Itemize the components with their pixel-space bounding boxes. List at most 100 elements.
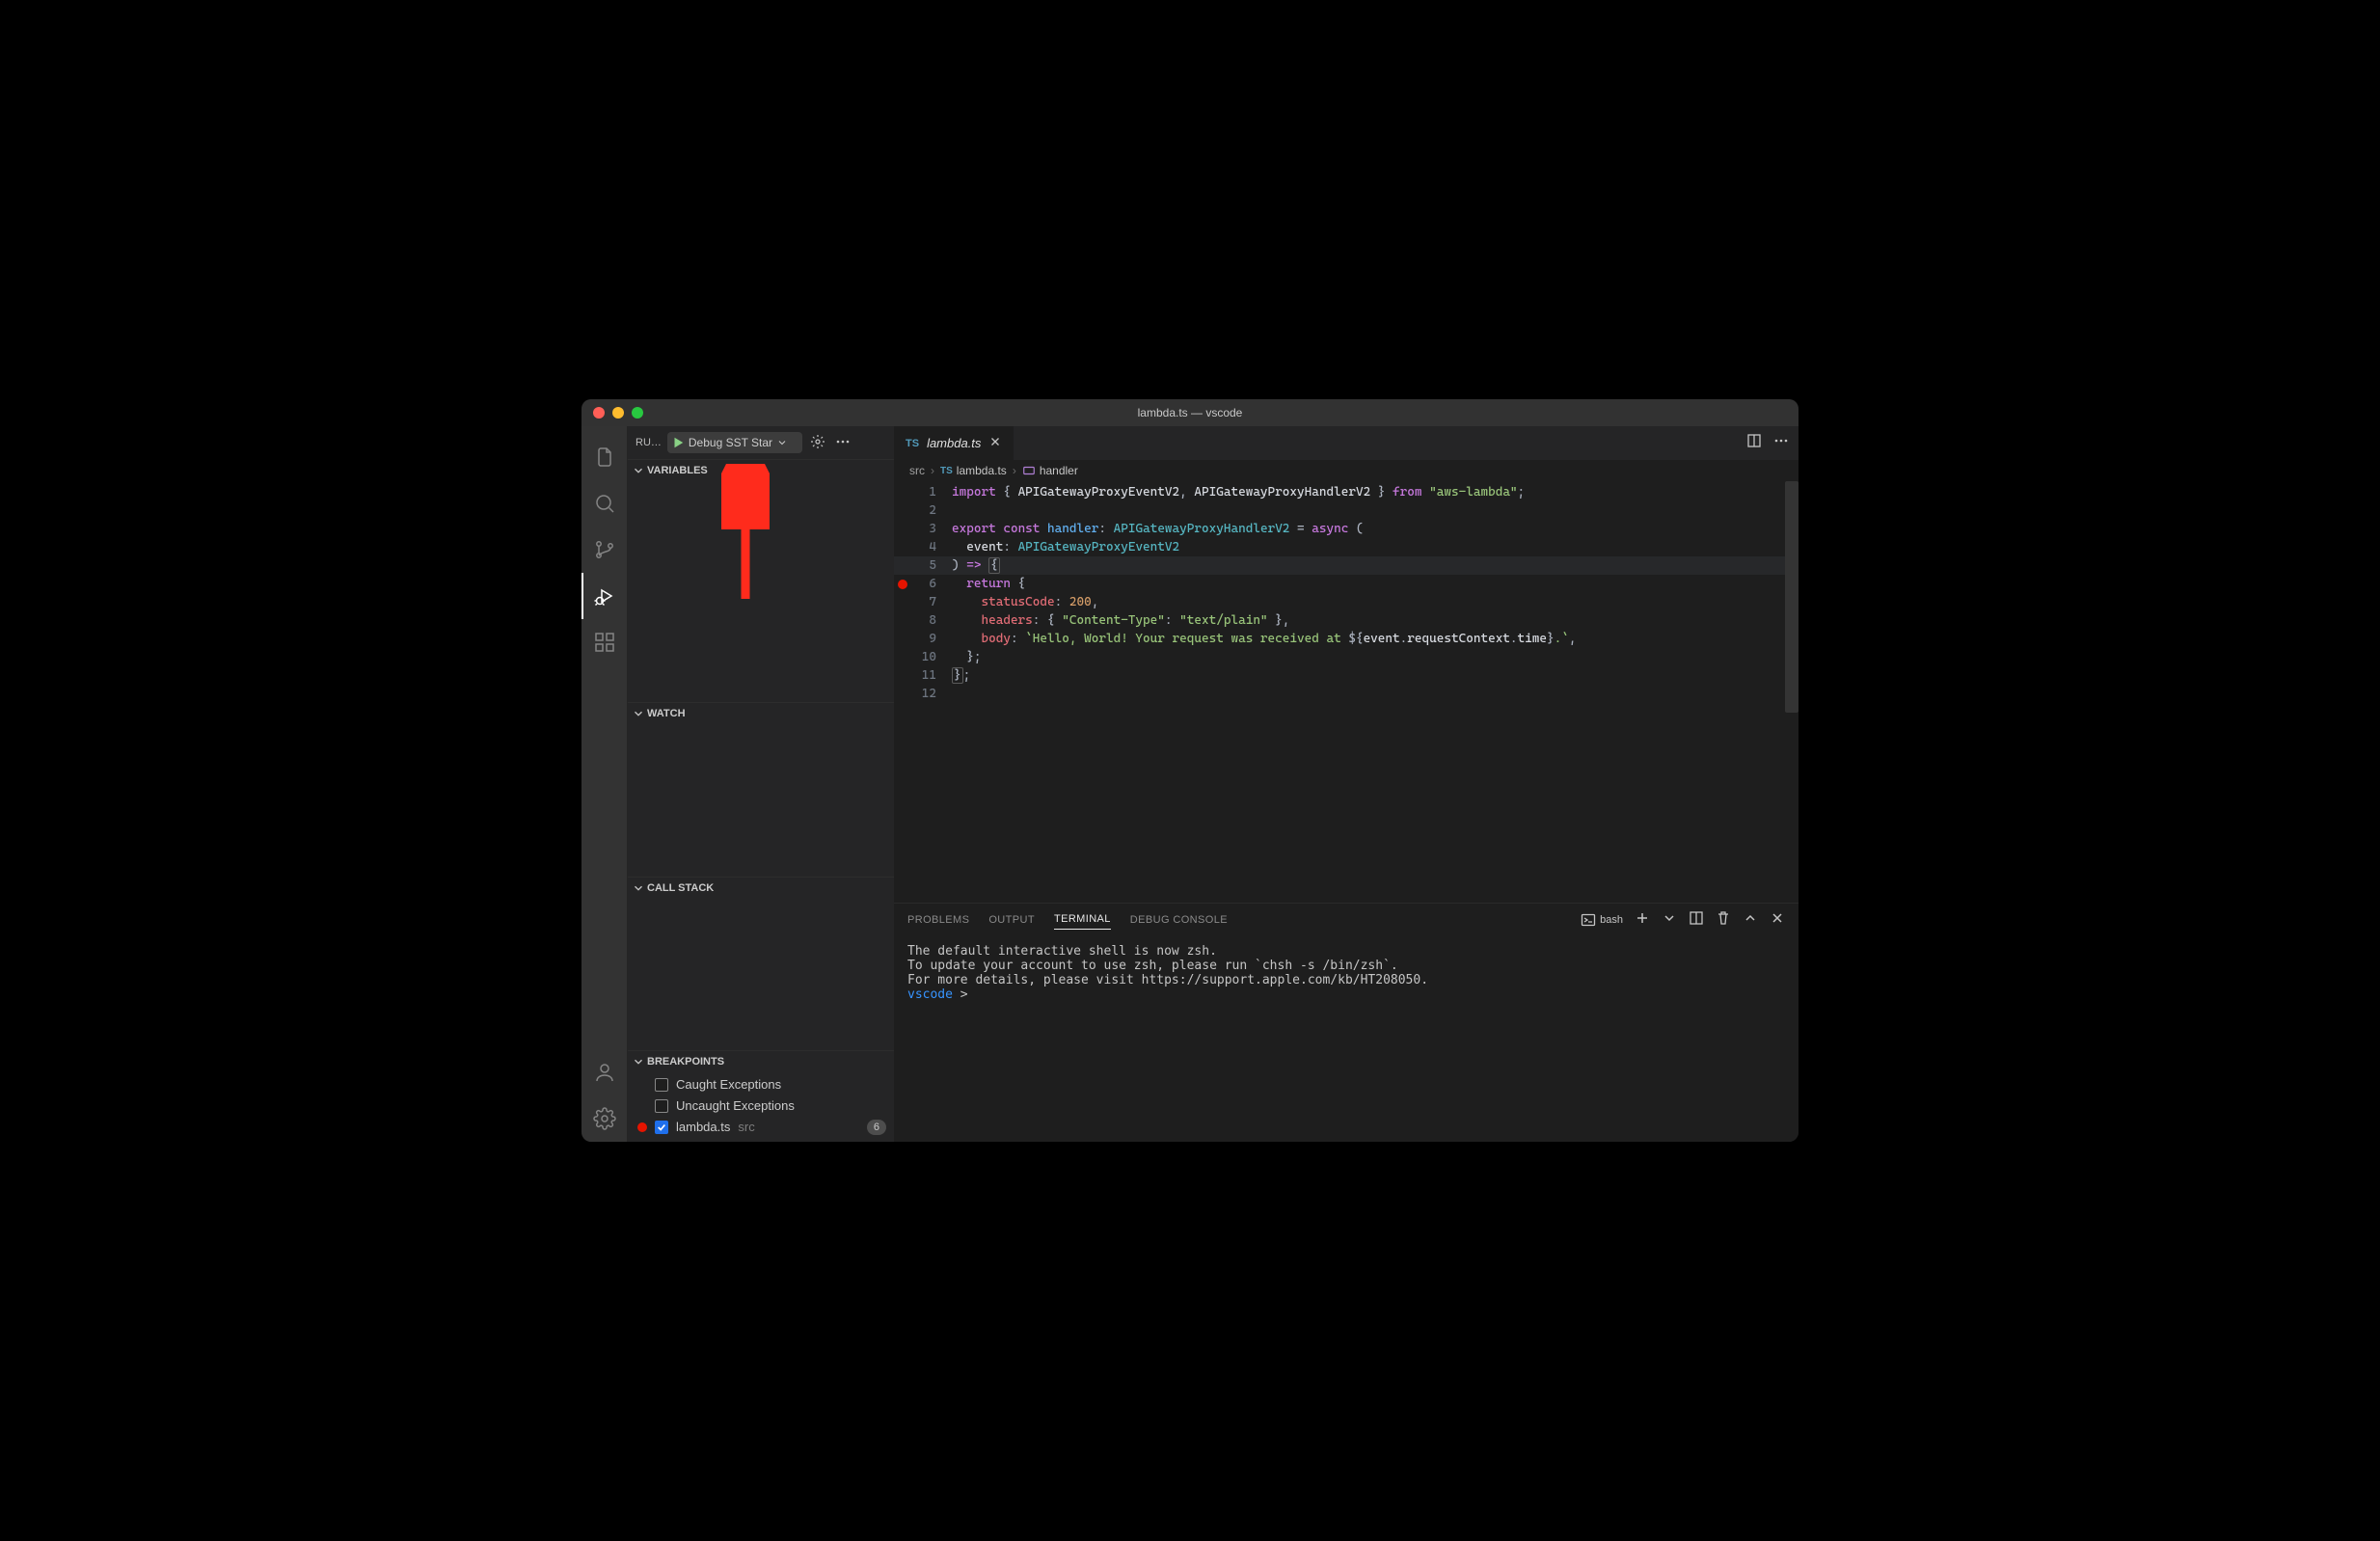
- minimap[interactable]: [1785, 481, 1799, 903]
- chevron-down-icon: [632, 881, 645, 895]
- watch-label: WATCH: [647, 708, 686, 719]
- code-line[interactable]: 1import { APIGatewayProxyEventV2, APIGat…: [894, 483, 1799, 501]
- open-launch-json-button[interactable]: [808, 432, 827, 454]
- chevron-up-icon: [1743, 910, 1758, 926]
- variables-body: [628, 481, 894, 702]
- plus-icon: [1635, 910, 1650, 926]
- code-line[interactable]: 12: [894, 685, 1799, 703]
- panel-tab-debugconsole[interactable]: DEBUG CONSOLE: [1130, 910, 1228, 930]
- panel-tab-terminal[interactable]: TERMINAL: [1054, 909, 1111, 930]
- breadcrumbs[interactable]: src › TS lambda.ts › handler: [894, 460, 1799, 481]
- maximize-panel-button[interactable]: [1743, 910, 1758, 929]
- activity-extensions[interactable]: [581, 619, 628, 665]
- bp-uncaught-exceptions[interactable]: Uncaught Exceptions: [655, 1095, 886, 1117]
- panel-tab-problems[interactable]: PROBLEMS: [907, 910, 969, 930]
- activity-search[interactable]: [581, 480, 628, 527]
- editor-more-button[interactable]: [1773, 433, 1789, 453]
- bc-symbol[interactable]: handler: [1022, 464, 1078, 477]
- bc-file[interactable]: TS lambda.ts: [940, 464, 1007, 477]
- line-number: 2: [913, 503, 952, 518]
- traffic-lights: [581, 407, 643, 419]
- checkbox[interactable]: [655, 1121, 668, 1134]
- line-number: 8: [913, 613, 952, 628]
- breakpoint-dot-icon: [637, 1122, 647, 1132]
- code-line[interactable]: 11};: [894, 666, 1799, 685]
- ellipsis-icon: [835, 434, 851, 449]
- chevron-down-icon: [632, 707, 645, 720]
- bp-line-badge: 6: [867, 1120, 886, 1135]
- titlebar[interactable]: lambda.ts — vscode: [581, 399, 1799, 426]
- code-line[interactable]: 8 headers: { "Content-Type": "text/plain…: [894, 611, 1799, 630]
- window-title: lambda.ts — vscode: [581, 406, 1799, 419]
- chevron-down-icon: [1662, 910, 1677, 926]
- callstack-section-header[interactable]: CALL STACK: [628, 878, 894, 899]
- close-window-button[interactable]: [593, 407, 605, 419]
- run-debug-sidebar: RU… Debug SST Star VARIABLES: [628, 426, 894, 1142]
- code-editor[interactable]: 1import { APIGatewayProxyEventV2, APIGat…: [894, 481, 1799, 903]
- vscode-window: lambda.ts — vscode: [581, 399, 1799, 1142]
- bp-item[interactable]: lambda.ts src 6: [655, 1117, 886, 1138]
- chevron-down-icon: [776, 437, 788, 448]
- terminal-line: For more details, please visit https://s…: [907, 973, 1785, 987]
- split-editor-button[interactable]: [1746, 433, 1762, 453]
- line-number: 4: [913, 540, 952, 554]
- checkbox[interactable]: [655, 1078, 668, 1092]
- activity-explorer[interactable]: [581, 434, 628, 480]
- ts-icon: TS: [940, 466, 953, 476]
- line-number: 9: [913, 632, 952, 646]
- code-line[interactable]: 9 body: `Hello, World! Your request was …: [894, 630, 1799, 648]
- panel-tabs: PROBLEMS OUTPUT TERMINAL DEBUG CONSOLE b…: [894, 904, 1799, 936]
- debug-more-button[interactable]: [833, 432, 852, 454]
- panel-tab-output[interactable]: OUTPUT: [988, 910, 1035, 930]
- new-terminal-button[interactable]: [1635, 910, 1650, 929]
- kill-terminal-button[interactable]: [1716, 910, 1731, 929]
- variables-section-header[interactable]: VARIABLES: [628, 460, 894, 481]
- code-line[interactable]: 4 event: APIGatewayProxyEventV2: [894, 538, 1799, 556]
- code-line[interactable]: 5) => {: [894, 556, 1799, 575]
- zoom-window-button[interactable]: [632, 407, 643, 419]
- bc-folder[interactable]: src: [909, 464, 925, 477]
- activity-debug[interactable]: [581, 573, 628, 619]
- close-tab-button[interactable]: [988, 435, 1002, 451]
- tab-lambda-ts[interactable]: TS lambda.ts: [894, 426, 1014, 460]
- line-number: 1: [913, 485, 952, 500]
- callstack-label: CALL STACK: [647, 882, 714, 894]
- launch-config-selector[interactable]: Debug SST Star: [667, 432, 802, 453]
- activity-account[interactable]: [581, 1049, 628, 1095]
- sidebar-title: RU…: [636, 437, 662, 448]
- check-icon: [657, 1122, 666, 1132]
- terminal-dropdown[interactable]: [1662, 910, 1677, 929]
- split-terminal-button[interactable]: [1689, 910, 1704, 929]
- terminal-shell-picker[interactable]: bash: [1581, 912, 1623, 928]
- line-number: 5: [913, 558, 952, 573]
- scrollbar-thumb[interactable]: [1785, 481, 1799, 713]
- editor-tab-actions: [1746, 426, 1799, 460]
- code-line[interactable]: 3export const handler: APIGatewayProxyHa…: [894, 520, 1799, 538]
- account-icon: [593, 1061, 616, 1084]
- code-line[interactable]: 7 statusCode: 200,: [894, 593, 1799, 611]
- breakpoints-section-header[interactable]: BREAKPOINTS: [628, 1051, 894, 1072]
- editor-tabs: TS lambda.ts: [894, 426, 1799, 460]
- activity-bar: [581, 426, 628, 1142]
- breakpoints-body: Caught Exceptions Uncaught Exceptions la…: [628, 1072, 894, 1142]
- code-line[interactable]: 10 };: [894, 648, 1799, 666]
- checkbox[interactable]: [655, 1099, 668, 1113]
- line-number: 11: [913, 668, 952, 683]
- bp-file: lambda.ts: [676, 1120, 730, 1134]
- gear-icon: [810, 434, 825, 449]
- code-line[interactable]: 2: [894, 501, 1799, 520]
- watch-section-header[interactable]: WATCH: [628, 703, 894, 724]
- terminal-prompt[interactable]: vscode >: [907, 987, 1785, 1002]
- breakpoint-icon[interactable]: [898, 580, 907, 589]
- line-number: 3: [913, 522, 952, 536]
- activity-settings[interactable]: [581, 1095, 628, 1142]
- activity-scm[interactable]: [581, 527, 628, 573]
- close-panel-button[interactable]: [1770, 910, 1785, 929]
- minimize-window-button[interactable]: [612, 407, 624, 419]
- code-line[interactable]: 6 return {: [894, 575, 1799, 593]
- bp-caught-exceptions[interactable]: Caught Exceptions: [655, 1074, 886, 1095]
- line-number: 6: [913, 577, 952, 591]
- watch-body: [628, 724, 894, 876]
- split-icon: [1746, 433, 1762, 448]
- terminal-body[interactable]: The default interactive shell is now zsh…: [894, 936, 1799, 1142]
